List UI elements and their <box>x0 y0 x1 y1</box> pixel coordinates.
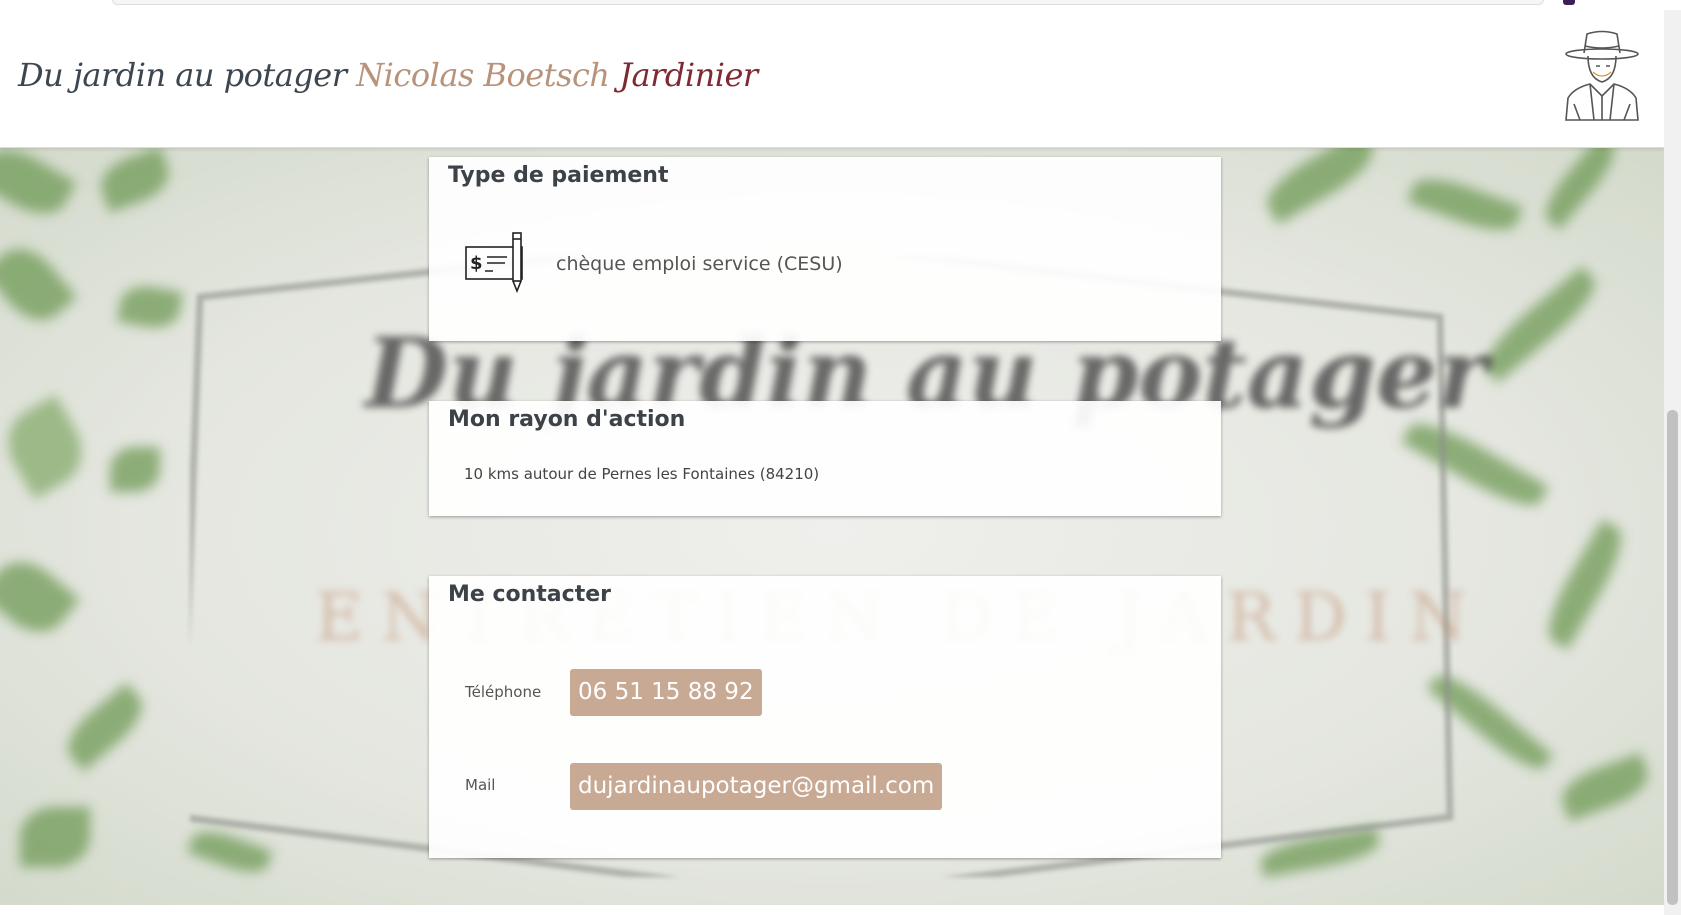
brand-owner: Nicolas Boetsch <box>356 56 610 94</box>
area-text: 10 kms autour de Pernes les Fontaines (8… <box>464 465 820 483</box>
site-brand[interactable]: Du jardin au potager Nicolas Boetsch Jar… <box>18 56 758 94</box>
brand-profession: Jardinier <box>619 56 758 94</box>
scrollbar-thumb[interactable] <box>1667 410 1678 905</box>
page-bottom-edge <box>0 905 1664 915</box>
phone-label: Téléphone <box>465 683 542 701</box>
payment-title: Type de paiement <box>448 163 669 188</box>
contact-card: Me contacter Téléphone 06 51 15 88 92 Ma… <box>429 576 1221 858</box>
site-header: Du jardin au potager Nicolas Boetsch Jar… <box>0 10 1664 148</box>
cheque-icon: $ <box>465 232 523 293</box>
payment-card: Type de paiement $ chèque emploi service… <box>429 157 1221 341</box>
mail-label: Mail <box>465 776 496 794</box>
browser-top-strip <box>0 0 1681 10</box>
svg-text:$: $ <box>470 253 483 274</box>
mail-link[interactable]: dujardinaupotager@gmail.com <box>570 763 943 810</box>
area-title: Mon rayon d'action <box>448 407 686 432</box>
phone-link[interactable]: 06 51 15 88 92 <box>570 669 762 716</box>
payment-method-text: chèque emploi service (CESU) <box>556 253 843 275</box>
brand-name: Du jardin au potager <box>18 56 347 94</box>
address-bar-edge <box>112 0 1544 5</box>
extension-icon[interactable] <box>1563 0 1575 5</box>
area-card: Mon rayon d'action 10 kms autour de Pern… <box>429 401 1221 516</box>
gardener-avatar-icon[interactable] <box>1560 26 1644 122</box>
contact-title: Me contacter <box>448 582 611 607</box>
